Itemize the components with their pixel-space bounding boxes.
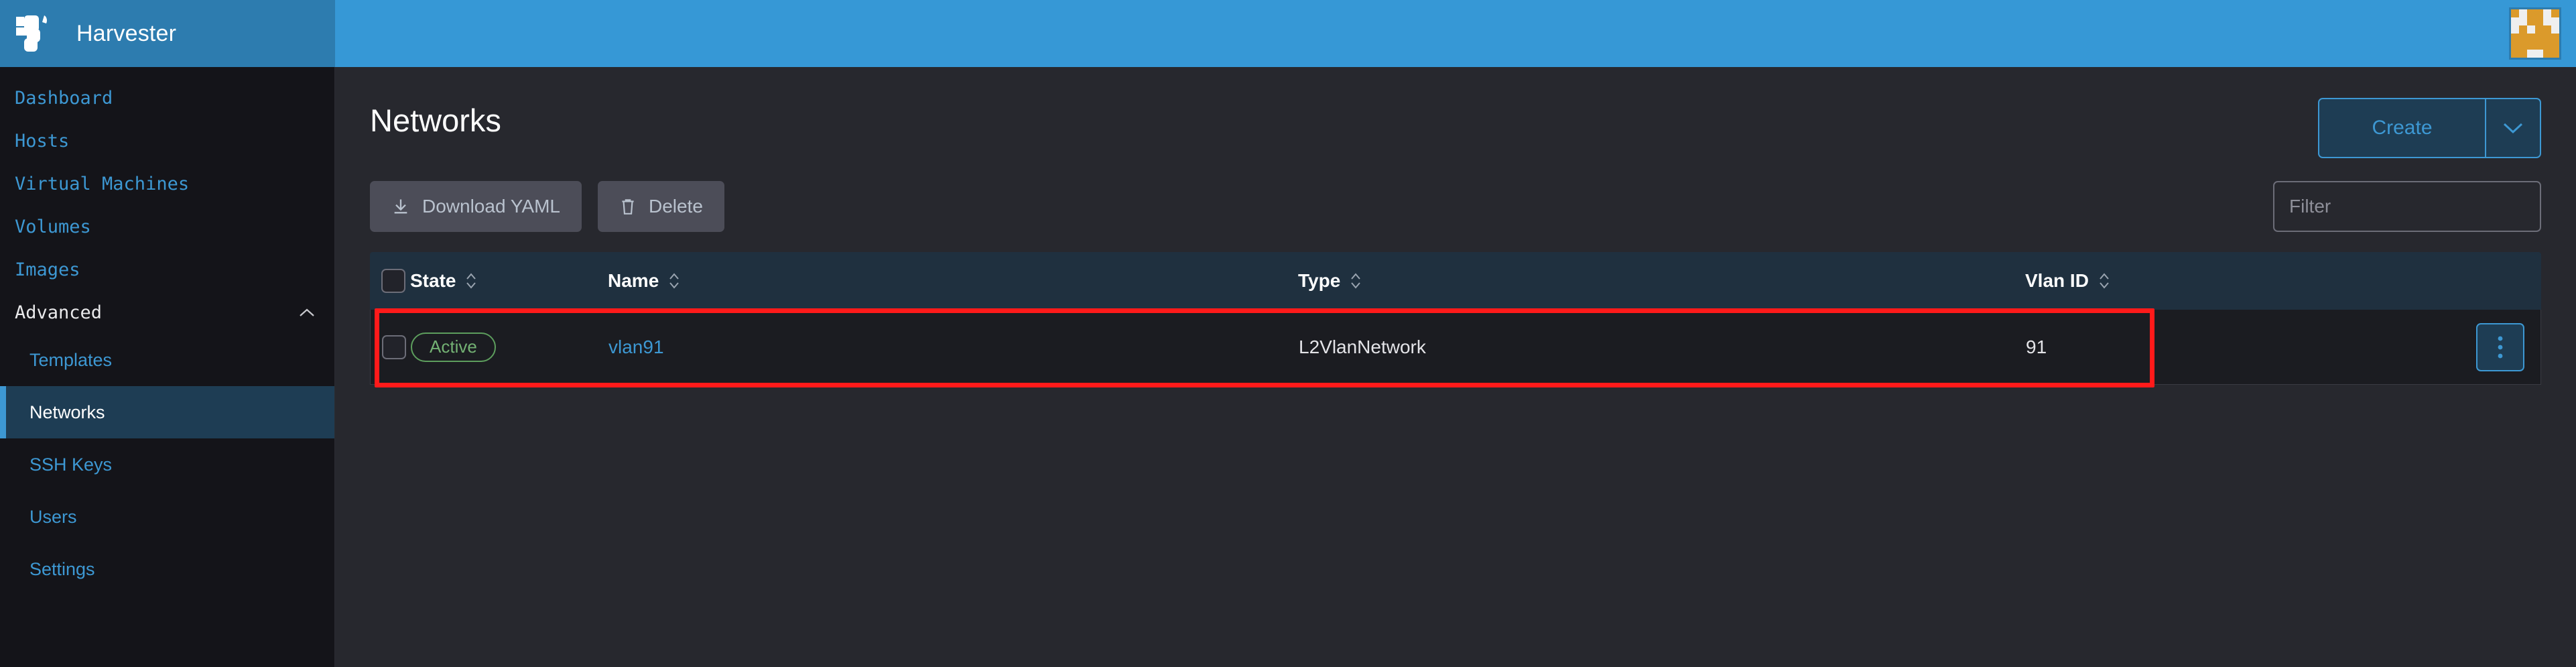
cell-state: Active [411,332,608,362]
main-content: Networks Create Download YAML Delete Fil… [335,67,2576,667]
filter-input[interactable] [2273,181,2541,232]
network-name-link[interactable]: vlan91 [608,337,664,357]
column-label: Type [1298,270,1341,291]
create-button-label: Create [2372,117,2433,139]
sidebar: Dashboard Hosts Virtual Machines Volumes… [0,67,335,667]
column-label: Name [608,270,659,291]
sidebar-item-label: SSH Keys [29,454,113,475]
sidebar-item-templates[interactable]: Templates [0,334,334,386]
create-dropdown-button[interactable] [2485,98,2541,158]
row-checkbox[interactable] [382,335,406,359]
sidebar-item-users[interactable]: Users [0,491,334,543]
sidebar-item-label: Hosts [15,130,70,151]
sidebar-item-label: Dashboard [15,87,113,109]
network-type-value: L2VlanNetwork [1299,336,1426,357]
column-header-vlan-id[interactable]: Vlan ID [2025,270,2461,292]
kebab-menu-icon [2497,335,2504,360]
delete-button[interactable]: Delete [597,181,724,232]
user-identicon-avatar[interactable] [2509,7,2561,60]
sidebar-item-label: Virtual Machines [15,173,190,194]
column-header-state[interactable]: State [410,270,608,292]
cell-vlan-id: 91 [2026,337,2460,358]
sidebar-group-label: Advanced [15,302,103,323]
cell-actions [2460,322,2540,371]
sort-arrows-icon[interactable] [2098,271,2110,291]
sidebar-item-label: Networks [29,402,105,422]
download-yaml-button[interactable]: Download YAML [370,181,582,232]
page-title: Networks [370,103,501,138]
top-bar: Harvester [0,0,2576,67]
brand-title: Harvester [76,20,177,46]
delete-label: Delete [648,196,703,217]
top-bar-right [335,0,2576,67]
table-row[interactable]: Active vlan91 L2VlanNetwork 91 [370,310,2541,385]
sidebar-item-volumes[interactable]: Volumes [0,205,334,248]
sort-arrows-icon[interactable] [668,271,680,291]
status-badge: Active [411,332,496,362]
download-yaml-label: Download YAML [422,196,560,217]
column-label: State [410,270,456,291]
chevron-up-icon[interactable] [300,308,314,317]
sort-arrows-icon[interactable] [465,271,477,291]
harvester-logo-icon [15,14,59,53]
sidebar-group-advanced[interactable]: Advanced [0,291,334,334]
table-toolbar: Download YAML Delete [370,181,2541,232]
sidebar-item-label: Templates [29,349,113,370]
row-select-cell [371,335,411,359]
select-all-checkbox[interactable] [381,269,405,293]
sort-arrows-icon[interactable] [1350,271,1362,291]
sidebar-item-label: Volumes [15,216,91,237]
download-icon [391,197,410,216]
networks-table: State Name Type Vlan ID Active vlan91 L2… [370,252,2541,387]
cell-name: vlan91 [608,337,1299,358]
sidebar-item-dashboard[interactable]: Dashboard [0,76,334,119]
chevron-down-icon [2503,122,2523,134]
sidebar-item-ssh-keys[interactable]: SSH Keys [0,438,334,491]
sidebar-item-images[interactable]: Images [0,248,334,291]
select-all-cell [370,269,410,293]
sidebar-item-networks[interactable]: Networks [0,386,334,438]
column-header-name[interactable]: Name [608,270,1298,292]
sidebar-item-settings[interactable]: Settings [0,543,334,595]
sidebar-item-label: Settings [29,558,95,579]
create-button[interactable]: Create [2318,98,2485,158]
create-button-group: Create [2318,98,2541,158]
column-header-type[interactable]: Type [1298,270,2025,292]
sidebar-item-label: Images [15,259,80,280]
table-header-row: State Name Type Vlan ID [370,252,2541,310]
toolbar-actions: Download YAML Delete [370,181,724,232]
sidebar-item-hosts[interactable]: Hosts [0,119,334,162]
trash-icon [619,197,637,216]
cell-type: L2VlanNetwork [1299,337,2026,358]
sidebar-item-label: Users [29,506,77,527]
vlan-id-value: 91 [2026,336,2047,357]
row-actions-button[interactable] [2476,322,2524,371]
page-header: Networks Create [370,67,2541,158]
column-label: Vlan ID [2025,270,2089,291]
brand-area[interactable]: Harvester [0,0,335,67]
sidebar-item-virtual-machines[interactable]: Virtual Machines [0,162,334,205]
